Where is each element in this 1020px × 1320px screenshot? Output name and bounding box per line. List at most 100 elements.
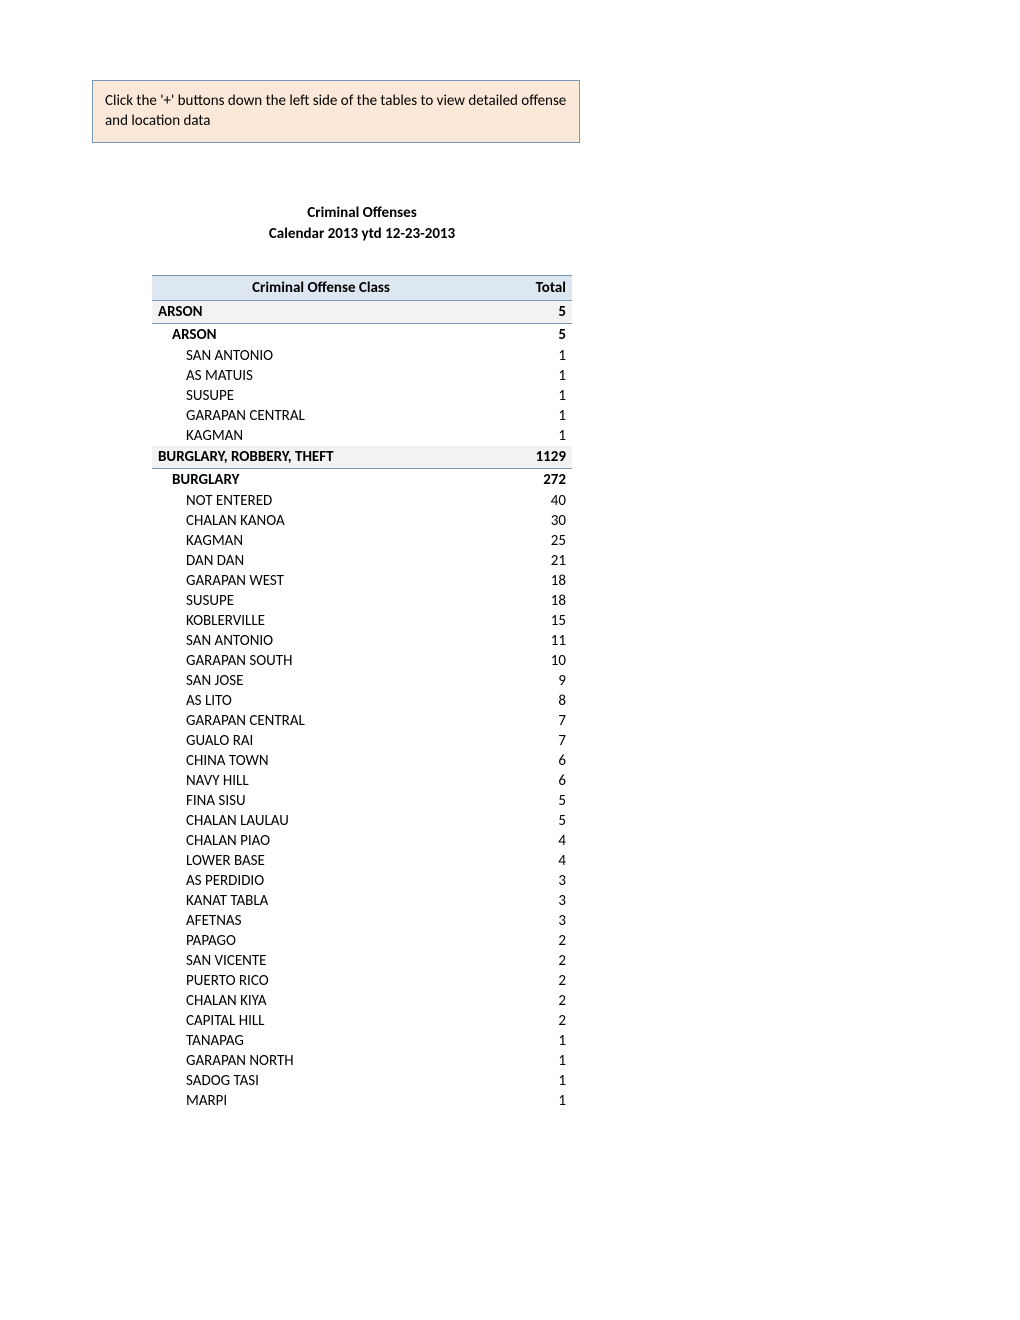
row-total: 1: [490, 426, 572, 446]
row-total: 3: [490, 871, 572, 891]
row-label: MARPI: [152, 1091, 490, 1111]
table-row: CHALAN LAULAU5: [152, 811, 572, 831]
row-label: BURGLARY: [152, 468, 490, 491]
row-total: 6: [490, 771, 572, 791]
row-total: 1: [490, 386, 572, 406]
row-total: 5: [490, 323, 572, 346]
row-total: 1: [490, 1051, 572, 1071]
table-row: CHINA TOWN6: [152, 751, 572, 771]
row-label: CHINA TOWN: [152, 751, 490, 771]
table-header-row: Criminal Offense Class Total: [152, 275, 572, 300]
table-row: ARSON5: [152, 300, 572, 323]
row-total: 7: [490, 731, 572, 751]
table-row: GARAPAN WEST18: [152, 571, 572, 591]
row-label: GARAPAN CENTRAL: [152, 711, 490, 731]
row-label: PUERTO RICO: [152, 971, 490, 991]
row-label: AS PERDIDIO: [152, 871, 490, 891]
row-label: SAN ANTONIO: [152, 631, 490, 651]
title-line2: Calendar 2013 ytd 12-23-2013: [152, 224, 572, 245]
table-row: AS MATUIS1: [152, 366, 572, 386]
row-label: CHALAN LAULAU: [152, 811, 490, 831]
table-row: GARAPAN CENTRAL7: [152, 711, 572, 731]
row-total: 21: [490, 551, 572, 571]
row-total: 1: [490, 1091, 572, 1111]
row-label: AS MATUIS: [152, 366, 490, 386]
row-label: DAN DAN: [152, 551, 490, 571]
row-label: TANAPAG: [152, 1031, 490, 1051]
row-label: CAPITAL HILL: [152, 1011, 490, 1031]
row-total: 3: [490, 891, 572, 911]
row-label: GARAPAN NORTH: [152, 1051, 490, 1071]
report-title: Criminal Offenses Calendar 2013 ytd 12-2…: [152, 203, 572, 245]
row-total: 5: [490, 300, 572, 323]
offense-table: Criminal Offense Class Total ARSON5ARSON…: [152, 275, 572, 1111]
table-row: BURGLARY, ROBBERY, THEFT1129: [152, 446, 572, 469]
table-row: KAGMAN25: [152, 531, 572, 551]
table-row: KAGMAN1: [152, 426, 572, 446]
table-row: SAN VICENTE2: [152, 951, 572, 971]
row-label: KANAT TABLA: [152, 891, 490, 911]
row-label: KOBLERVILLE: [152, 611, 490, 631]
notice-text: Click the '+' buttons down the left side…: [105, 92, 566, 130]
row-label: SAN ANTONIO: [152, 346, 490, 366]
row-label: PAPAGO: [152, 931, 490, 951]
table-row: GARAPAN NORTH1: [152, 1051, 572, 1071]
row-total: 7: [490, 711, 572, 731]
table-row: GARAPAN SOUTH10: [152, 651, 572, 671]
row-label: KAGMAN: [152, 426, 490, 446]
row-label: SUSUPE: [152, 591, 490, 611]
row-total: 1: [490, 406, 572, 426]
row-label: ARSON: [152, 300, 490, 323]
row-label: CHALAN KANOA: [152, 511, 490, 531]
table-row: DAN DAN21: [152, 551, 572, 571]
table-row: KANAT TABLA3: [152, 891, 572, 911]
table-row: SADOG TASI1: [152, 1071, 572, 1091]
row-label: BURGLARY, ROBBERY, THEFT: [152, 446, 490, 469]
row-total: 2: [490, 1011, 572, 1031]
table-row: TANAPAG1: [152, 1031, 572, 1051]
table-row: GUALO RAI7: [152, 731, 572, 751]
table-row: SUSUPE1: [152, 386, 572, 406]
row-total: 6: [490, 751, 572, 771]
row-label: SUSUPE: [152, 386, 490, 406]
table-row: NOT ENTERED40: [152, 491, 572, 511]
row-total: 1: [490, 1031, 572, 1051]
table-row: CHALAN KANOA30: [152, 511, 572, 531]
row-total: 15: [490, 611, 572, 631]
table-row: PUERTO RICO2: [152, 971, 572, 991]
table-row: GARAPAN CENTRAL1: [152, 406, 572, 426]
row-label: GUALO RAI: [152, 731, 490, 751]
col-header-class: Criminal Offense Class: [152, 275, 490, 300]
row-total: 18: [490, 591, 572, 611]
row-total: 10: [490, 651, 572, 671]
row-total: 30: [490, 511, 572, 531]
table-row: PAPAGO2: [152, 931, 572, 951]
row-label: ARSON: [152, 323, 490, 346]
row-label: AFETNAS: [152, 911, 490, 931]
table-row: MARPI1: [152, 1091, 572, 1111]
row-label: NOT ENTERED: [152, 491, 490, 511]
row-total: 18: [490, 571, 572, 591]
row-label: CHALAN KIYA: [152, 991, 490, 1011]
row-total: 5: [490, 811, 572, 831]
row-total: 2: [490, 951, 572, 971]
row-label: SAN JOSE: [152, 671, 490, 691]
row-total: 4: [490, 851, 572, 871]
table-row: KOBLERVILLE15: [152, 611, 572, 631]
row-total: 1: [490, 346, 572, 366]
row-label: GARAPAN WEST: [152, 571, 490, 591]
table-row: AS LITO8: [152, 691, 572, 711]
row-total: 40: [490, 491, 572, 511]
table-row: FINA SISU5: [152, 791, 572, 811]
row-label: CHALAN PIAO: [152, 831, 490, 851]
row-label: SADOG TASI: [152, 1071, 490, 1091]
row-total: 4: [490, 831, 572, 851]
table-row: LOWER BASE4: [152, 851, 572, 871]
table-row: ARSON5: [152, 323, 572, 346]
table-row: NAVY HILL6: [152, 771, 572, 791]
row-total: 2: [490, 971, 572, 991]
table-row: SAN JOSE9: [152, 671, 572, 691]
row-total: 3: [490, 911, 572, 931]
row-label: AS LITO: [152, 691, 490, 711]
table-row: AS PERDIDIO3: [152, 871, 572, 891]
